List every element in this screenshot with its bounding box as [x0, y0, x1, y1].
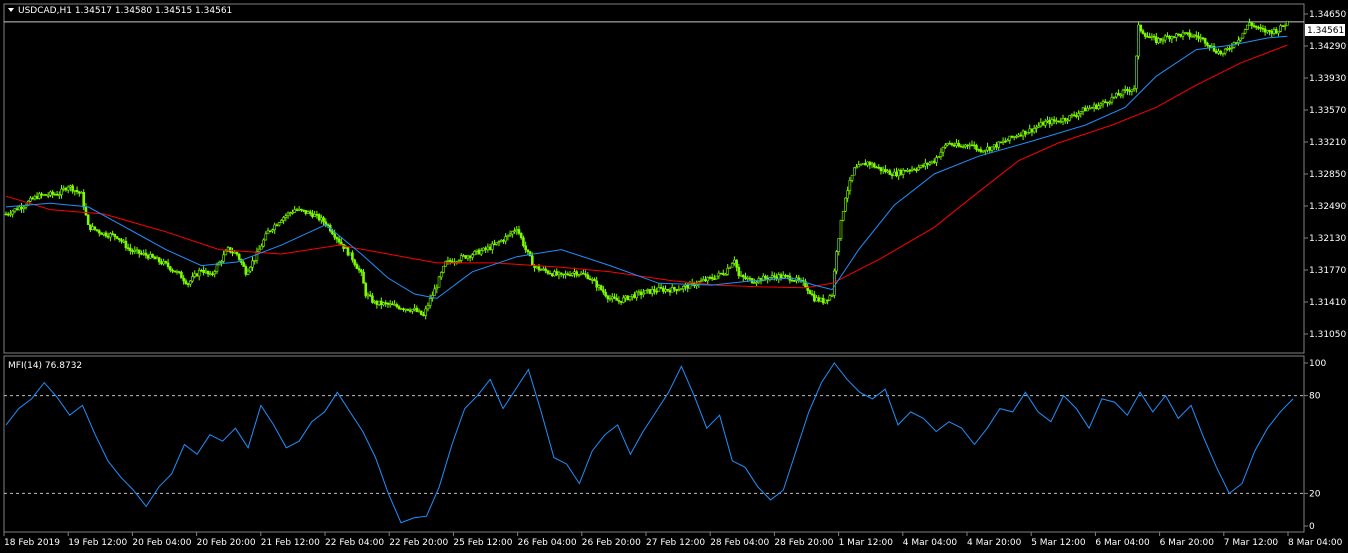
candle: [442, 265, 445, 274]
candle: [1026, 131, 1029, 135]
candle: [1246, 24, 1249, 31]
price-tick-label: 1.32130: [1309, 234, 1346, 244]
candle: [844, 197, 847, 213]
time-tick-label: 18 Feb 2019: [4, 538, 60, 548]
price-tick-label: 1.33930: [1309, 74, 1346, 84]
candle: [599, 284, 603, 291]
candle: [1137, 21, 1140, 60]
time-tick-label: 19 Feb 12:00: [68, 538, 127, 548]
candle: [86, 214, 90, 225]
mfi-tick-label: 20: [1309, 489, 1321, 499]
candle: [437, 275, 441, 288]
time-tick-label: 6 Mar 04:00: [1095, 538, 1150, 548]
time-tick-label: 7 Mar 12:00: [1224, 538, 1279, 548]
candle: [793, 279, 796, 282]
symbol-header[interactable]: USDCAD,H1 1.34517 1.34580 1.34515 1.3456…: [8, 6, 232, 16]
time-tick-label: 4 Mar 04:00: [903, 538, 958, 548]
candle: [904, 169, 907, 172]
mfi-tick-label: 100: [1309, 359, 1326, 369]
price-tick-label: 1.32490: [1309, 202, 1346, 212]
mfi-tick-label: 0: [1309, 522, 1315, 532]
time-tick-label: 25 Feb 12:00: [453, 538, 512, 548]
time-tick-label: 1 Mar 12:00: [839, 538, 894, 548]
candle: [473, 250, 476, 256]
candle: [839, 219, 843, 241]
chart-canvas[interactable]: 1.34650 1.34290 1.33930 1.33570 1.33210 1.328…: [0, 0, 1348, 553]
candle: [715, 275, 718, 280]
candle: [464, 255, 467, 260]
candle: [1286, 20, 1289, 26]
candle: [348, 252, 352, 256]
price-tick-label: 1.31770: [1309, 266, 1346, 276]
price-tick-label: 1.31050: [1309, 330, 1346, 340]
candle: [364, 281, 368, 299]
candle: [626, 294, 630, 301]
candle: [841, 210, 845, 222]
candle: [861, 163, 865, 165]
price-tick-label: 1.34290: [1309, 42, 1346, 52]
price-tick-label: 1.33210: [1309, 138, 1346, 148]
candle: [444, 260, 447, 267]
time-axis: 18 Feb 2019 19 Feb 12:00 20 Feb 04:00 20 Fe…: [3, 532, 1343, 548]
candle: [268, 230, 272, 233]
time-tick-label: 27 Feb 12:00: [646, 538, 705, 548]
candle: [835, 250, 838, 275]
candle: [173, 270, 177, 273]
mfi-panel[interactable]: [3, 355, 1305, 533]
symbol-title: USDCAD,H1 1.34517 1.34580 1.34515 1.3456…: [18, 6, 232, 16]
candle: [482, 247, 485, 252]
candle: [419, 310, 423, 316]
candle: [346, 246, 350, 257]
time-tick-label: 22 Feb 04:00: [325, 538, 384, 548]
price-axis: 1.34650 1.34290 1.33930 1.33570 1.33210 1.328…: [1304, 10, 1346, 340]
time-tick-label: 28 Feb 04:00: [710, 538, 769, 548]
candle: [648, 289, 652, 295]
candle: [151, 253, 154, 258]
time-tick-label: 20 Feb 20:00: [197, 538, 256, 548]
price-tick-label: 1.33570: [1309, 106, 1346, 116]
candle: [42, 193, 46, 197]
candle: [1135, 55, 1138, 93]
candle: [44, 194, 48, 196]
time-tick-label: 22 Feb 20:00: [389, 538, 448, 548]
time-tick-label: 28 Feb 20:00: [774, 538, 833, 548]
time-tick-label: 4 Mar 20:00: [967, 538, 1022, 548]
price-panel[interactable]: [3, 3, 1305, 354]
time-tick-label: 5 Mar 12:00: [1031, 538, 1086, 548]
price-tick-label: 1.32850: [1309, 170, 1346, 180]
candle: [528, 250, 532, 257]
time-tick-label: 6 Mar 20:00: [1160, 538, 1215, 548]
time-tick-label: 20 Feb 04:00: [132, 538, 191, 548]
price-tick-label: 1.34650: [1309, 10, 1346, 20]
candle: [1281, 25, 1285, 27]
time-tick-label: 26 Feb 04:00: [518, 538, 577, 548]
mfi-tick-label: 80: [1309, 392, 1321, 402]
price-tick-label: 1.31410: [1309, 298, 1346, 308]
last-price-tag: 1.34561: [1305, 24, 1345, 36]
time-tick-label: 21 Feb 12:00: [261, 538, 320, 548]
candle: [262, 238, 265, 248]
chart-window: 1.34650 1.34290 1.33930 1.33570 1.33210 1.328…: [0, 0, 1348, 553]
candle: [644, 290, 647, 294]
time-tick-label: 26 Feb 20:00: [582, 538, 641, 548]
candle: [833, 268, 836, 299]
candle: [999, 141, 1003, 144]
candle: [824, 299, 827, 304]
candle: [1241, 32, 1245, 39]
time-tick-label: 8 Mar 04:00: [1288, 538, 1343, 548]
last-price-label: 1.34561: [1307, 26, 1344, 36]
candle: [853, 167, 856, 176]
mfi-title: MFI(14) 76.8732: [8, 361, 82, 371]
candle: [719, 272, 723, 275]
